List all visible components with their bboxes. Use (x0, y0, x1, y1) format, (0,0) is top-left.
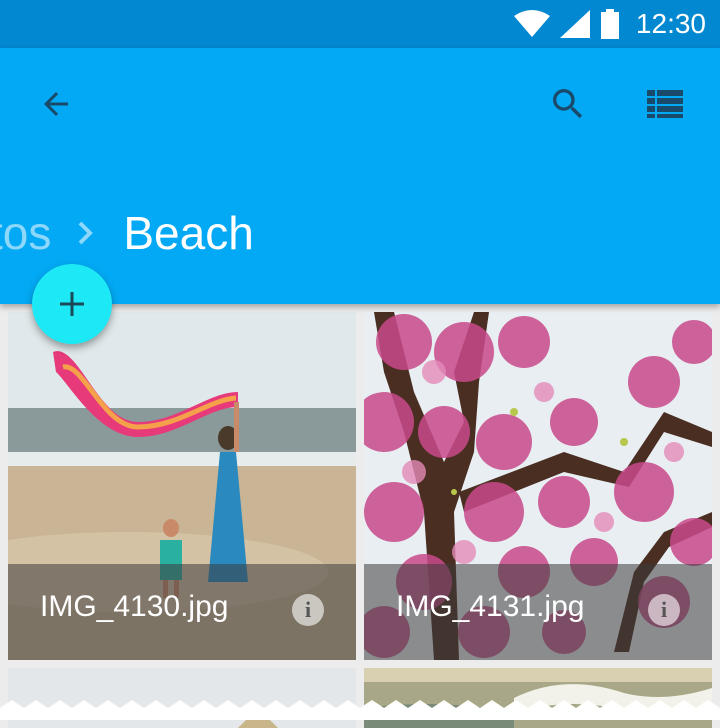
battery-icon (600, 9, 619, 39)
photo-tile[interactable]: IMG_4130.jpg i (8, 312, 356, 660)
wifi-icon (513, 10, 550, 37)
status-time: 12:30 (635, 8, 706, 39)
photo-filename: IMG_4131.jpg (396, 590, 585, 623)
breadcrumb: tos Beach (0, 198, 254, 268)
info-icon[interactable]: i (648, 594, 680, 626)
info-icon[interactable]: i (292, 594, 324, 626)
list-view-button[interactable] (637, 76, 693, 132)
torn-edge (0, 700, 720, 720)
list-view-icon (647, 90, 683, 118)
photo-tile[interactable]: IMG_4131.jpg i (364, 312, 712, 660)
back-arrow-icon (44, 92, 68, 116)
photo-caption: IMG_4131.jpg i (364, 564, 712, 660)
status-bar: 12:30 (0, 0, 720, 48)
photo-caption: IMG_4130.jpg i (8, 564, 356, 660)
breadcrumb-previous[interactable]: tos (0, 206, 51, 260)
app-bar: tos Beach (0, 48, 720, 304)
add-fab-button[interactable] (32, 264, 112, 344)
status-icons: 12:30 (513, 0, 706, 48)
back-button[interactable] (28, 76, 84, 132)
breadcrumb-current: Beach (123, 207, 254, 259)
photo-filename: IMG_4130.jpg (40, 590, 229, 623)
search-button[interactable] (540, 76, 596, 132)
search-icon (553, 89, 583, 119)
photo-grid: IMG_4130.jpg i IMG_4131.jpg i (0, 304, 720, 728)
signal-icon (559, 10, 590, 38)
plus-icon (60, 292, 84, 316)
chevron-right-icon (77, 220, 95, 246)
